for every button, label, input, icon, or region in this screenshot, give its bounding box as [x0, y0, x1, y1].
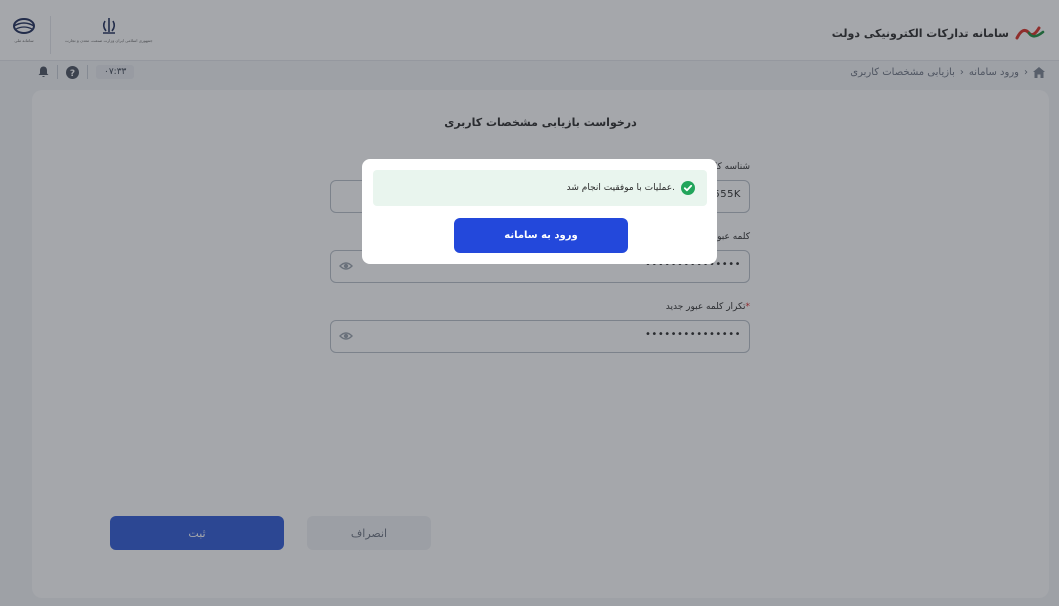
- success-message: عملیات با موفقیت انجام شد.: [566, 183, 675, 193]
- success-modal: عملیات با موفقیت انجام شد. ورود به سامان…: [362, 159, 717, 264]
- success-alert: عملیات با موفقیت انجام شد.: [373, 170, 707, 206]
- check-circle-icon: [681, 181, 695, 195]
- modal-backdrop[interactable]: [0, 0, 1059, 606]
- enter-system-button[interactable]: ورود به سامانه: [454, 218, 628, 253]
